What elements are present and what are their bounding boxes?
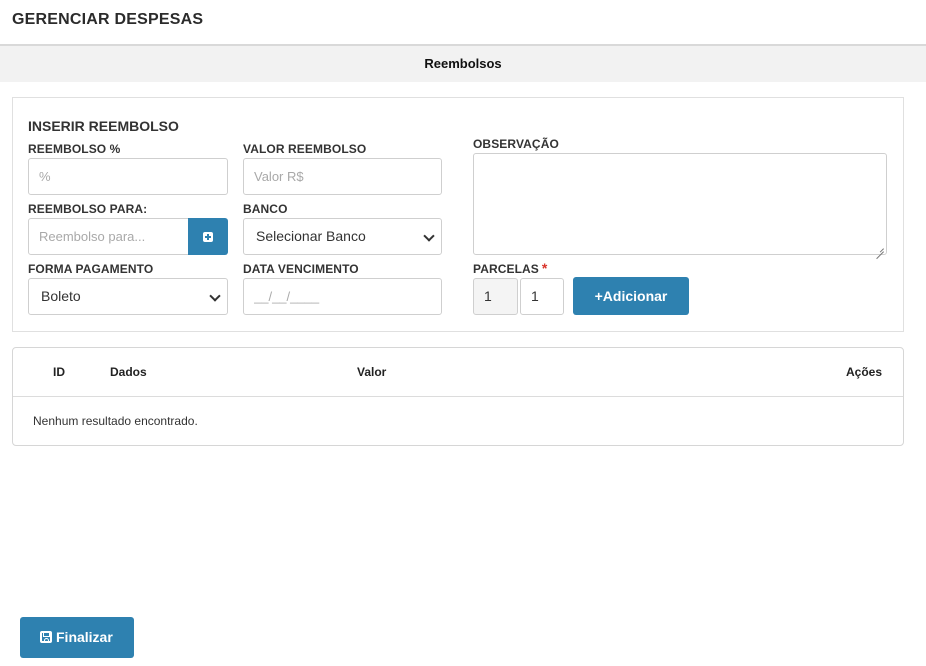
column-header-dados: Dados <box>110 365 147 379</box>
banco-label: BANCO <box>243 202 288 216</box>
parcelas-current-field: 1 <box>473 278 518 315</box>
reembolso-percent-input[interactable] <box>28 158 228 195</box>
page-header: GERENCIAR DESPESAS <box>0 0 926 46</box>
finalizar-label: Finalizar <box>56 629 113 645</box>
data-vencimento-input[interactable] <box>243 278 442 315</box>
required-star: * <box>541 260 548 276</box>
finalizar-button[interactable]: Finalizar <box>20 617 134 658</box>
column-header-acoes: Ações <box>846 365 883 379</box>
data-vencimento-label: DATA VENCIMENTO <box>243 262 359 276</box>
reembolso-percent-label: REEMBOLSO % <box>28 142 121 156</box>
banco-select[interactable]: Selecionar Banco <box>243 218 442 255</box>
empty-message: Nenhum resultado encontrado. <box>33 414 198 428</box>
reembolso-para-label: REEMBOLSO PARA: <box>28 202 148 216</box>
reembolso-para-input[interactable] <box>28 218 189 255</box>
chevron-down-icon <box>423 230 435 242</box>
plus-square-icon <box>203 232 213 242</box>
forma-pagamento-select[interactable]: Boleto <box>28 278 228 315</box>
forma-pagamento-label: FORMA PAGAMENTO <box>28 262 154 276</box>
tab-reembolsos[interactable]: Reembolsos <box>0 56 926 71</box>
banco-selected-value: Selecionar Banco <box>256 228 366 244</box>
parcelas-label: PARCELAS * <box>473 260 547 276</box>
parcelas-label-text: PARCELAS <box>473 262 539 276</box>
parcelas-total-input[interactable]: 1 <box>520 278 564 315</box>
column-header-id: ID <box>53 365 65 379</box>
observacao-textarea[interactable] <box>473 153 887 255</box>
tab-bar: Reembolsos <box>0 46 926 82</box>
resize-grip-icon[interactable] <box>876 244 884 252</box>
add-reembolso-para-button[interactable] <box>188 218 228 255</box>
forma-pagamento-selected-value: Boleto <box>41 288 81 304</box>
column-header-valor: Valor <box>357 365 387 379</box>
floppy-disk-icon <box>40 631 52 643</box>
adicionar-button[interactable]: +Adicionar <box>573 277 689 315</box>
chevron-down-icon <box>209 290 221 302</box>
table-divider <box>13 396 903 397</box>
results-table: ID Dados Valor Ações Nenhum resultado en… <box>12 347 904 446</box>
observacao-label: OBSERVAÇÃO <box>473 137 559 151</box>
page-title: GERENCIAR DESPESAS <box>12 11 204 28</box>
valor-reembolso-input[interactable] <box>243 158 442 195</box>
valor-reembolso-label: VALOR REEMBOLSO <box>243 142 367 156</box>
insert-reembolso-panel: INSERIR REEMBOLSO REEMBOLSO % VALOR REEM… <box>12 97 904 332</box>
section-title: INSERIR REEMBOLSO <box>28 118 179 134</box>
